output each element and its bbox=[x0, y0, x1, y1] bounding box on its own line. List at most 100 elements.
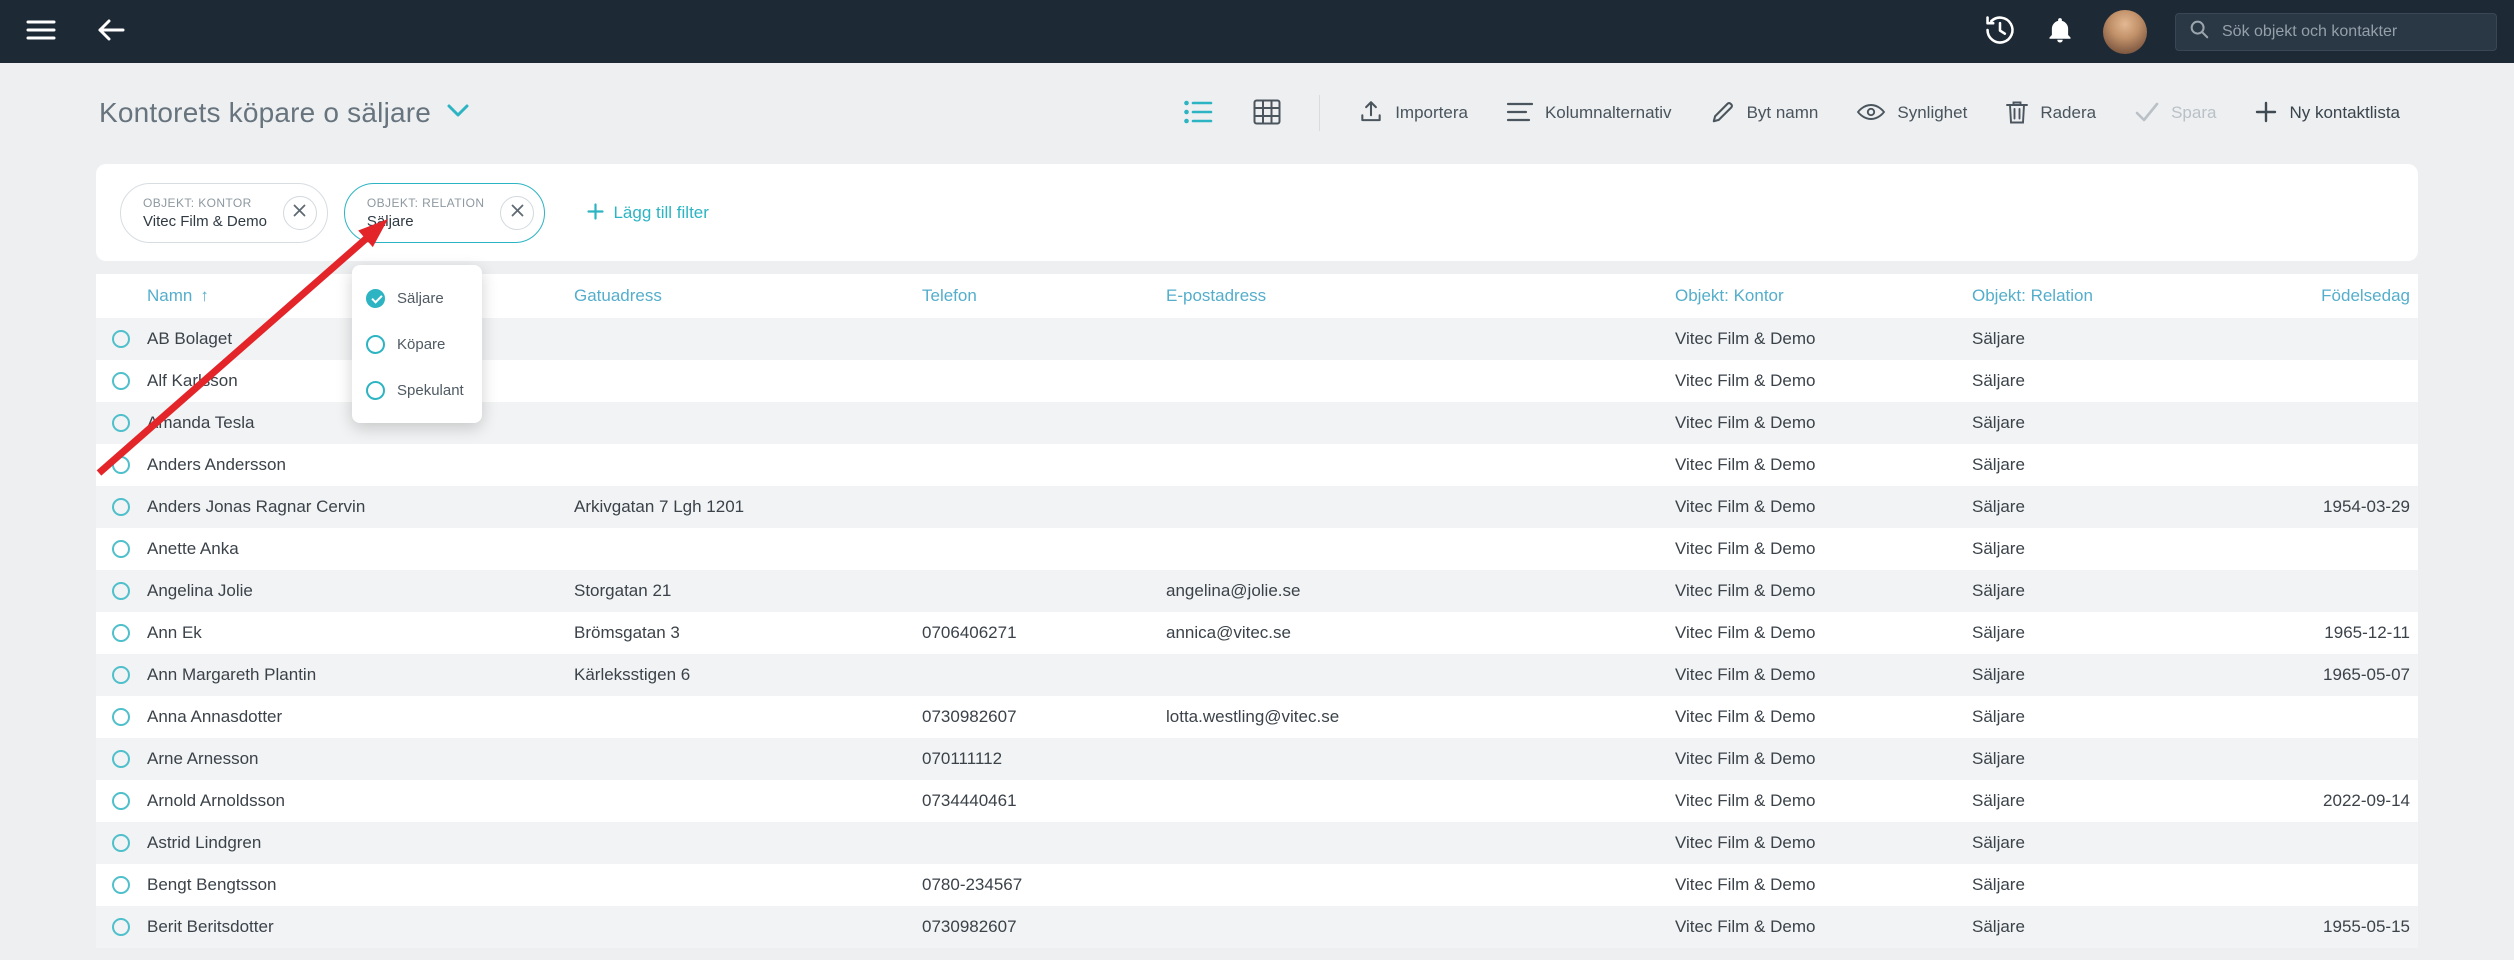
cell-namn: Arnold Arnoldsson bbox=[147, 791, 285, 810]
back-arrow-icon bbox=[96, 17, 126, 46]
column-header-telefon[interactable]: Telefon bbox=[922, 286, 1166, 306]
page-header: Kontorets köpare o säljare Importera Kol… bbox=[0, 63, 2514, 163]
cell-kontor: Vitec Film & Demo bbox=[1675, 707, 1816, 726]
cell-relation: Säljare bbox=[1972, 791, 2025, 810]
visibility-button[interactable]: Synlighet bbox=[1856, 100, 1967, 127]
row-select-checkbox[interactable] bbox=[112, 582, 130, 600]
cell-fodelsedag: 2022-09-14 bbox=[2323, 791, 2410, 810]
row-select-checkbox[interactable] bbox=[112, 414, 130, 432]
cell-kontor: Vitec Film & Demo bbox=[1675, 623, 1816, 642]
cell-namn: Ann Margareth Plantin bbox=[147, 665, 317, 684]
row-select-checkbox[interactable] bbox=[112, 708, 130, 726]
cell-relation: Säljare bbox=[1972, 833, 2025, 852]
table-row[interactable]: Astrid Lindgren Vitec Film & Demo Säljare bbox=[96, 822, 2418, 864]
row-select-checkbox[interactable] bbox=[112, 624, 130, 642]
row-select-checkbox[interactable] bbox=[112, 498, 130, 516]
remove-filter-button[interactable] bbox=[282, 195, 317, 230]
filter-chip-kontor[interactable]: OBJEKT: KONTOR Vitec Film & Demo bbox=[120, 182, 328, 243]
import-label: Importera bbox=[1395, 103, 1468, 122]
save-button[interactable]: Spara bbox=[2134, 101, 2216, 126]
row-select-checkbox[interactable] bbox=[112, 792, 130, 810]
cell-relation: Säljare bbox=[1972, 623, 2025, 642]
cell-relation: Säljare bbox=[1972, 455, 2025, 474]
cell-kontor: Vitec Film & Demo bbox=[1675, 329, 1816, 348]
row-select-checkbox[interactable] bbox=[112, 666, 130, 684]
add-filter-button[interactable]: Lägg till filter bbox=[587, 203, 709, 223]
import-button[interactable]: Importera bbox=[1358, 99, 1468, 128]
history-button[interactable] bbox=[1983, 13, 2017, 50]
table-row[interactable]: Berit Beritsdotter 0730982607 Vitec Film &… bbox=[96, 906, 2418, 948]
cell-kontor: Vitec Film & Demo bbox=[1675, 497, 1816, 516]
cell-relation: Säljare bbox=[1972, 413, 2025, 432]
row-select-checkbox[interactable] bbox=[112, 330, 130, 348]
grid-view-button[interactable] bbox=[1253, 99, 1281, 128]
list-view-icon bbox=[1183, 99, 1213, 128]
row-select-checkbox[interactable] bbox=[112, 540, 130, 558]
filter-chip-relation[interactable]: OBJEKT: RELATION Säljare bbox=[343, 182, 546, 243]
cell-gatuadress: Kärleksstigen 6 bbox=[574, 665, 691, 684]
filter-chip-label: OBJEKT: RELATION bbox=[366, 195, 485, 210]
hamburger-menu-button[interactable] bbox=[26, 18, 56, 45]
pencil-icon bbox=[1710, 99, 1736, 128]
cell-relation: Säljare bbox=[1972, 917, 2025, 936]
cell-gatuadress: Brömsgatan 3 bbox=[574, 623, 680, 642]
row-select-checkbox[interactable] bbox=[112, 372, 130, 390]
cell-epost: annica@vitec.se bbox=[1166, 623, 1291, 642]
table-row[interactable]: Anna Annasdotter 0730982607 lotta.westling… bbox=[96, 696, 2418, 738]
cell-namn: Anette Anka bbox=[147, 539, 239, 558]
table-row[interactable]: Angelina Jolie Storgatan 21 angelina@jolie… bbox=[96, 570, 2418, 612]
page-title-group[interactable]: Kontorets köpare o säljare bbox=[99, 63, 469, 163]
column-header-objekt-kontor[interactable]: Objekt: Kontor bbox=[1675, 286, 1972, 306]
chevron-down-icon[interactable] bbox=[447, 104, 469, 123]
cell-telefon: 0730982607 bbox=[922, 707, 1017, 726]
row-select-checkbox[interactable] bbox=[112, 918, 130, 936]
table-row[interactable]: Bengt Bengtsson 0780-234567 Vitec Film & D… bbox=[96, 864, 2418, 906]
table-row[interactable]: Anders Jonas Ragnar Cervin Arkivgatan 7 L… bbox=[96, 486, 2418, 528]
table-row[interactable]: Anders Andersson Vitec Film & Demo Säljare bbox=[96, 444, 2418, 486]
row-select-checkbox[interactable] bbox=[112, 876, 130, 894]
import-icon bbox=[1358, 99, 1384, 128]
dropdown-option[interactable]: Spekulant bbox=[352, 367, 482, 413]
cell-kontor: Vitec Film & Demo bbox=[1675, 833, 1816, 852]
column-header-gatuadress[interactable]: Gatuadress bbox=[574, 286, 922, 306]
list-view-button[interactable] bbox=[1183, 99, 1213, 128]
column-options-button[interactable]: Kolumnalternativ bbox=[1506, 100, 1672, 127]
cell-namn: Ann Ek bbox=[147, 623, 202, 642]
cell-kontor: Vitec Film & Demo bbox=[1675, 875, 1816, 894]
column-header-epostadress[interactable]: E-postadress bbox=[1166, 286, 1675, 306]
new-contact-list-button[interactable]: Ny kontaktlista bbox=[2254, 100, 2400, 127]
row-select-checkbox[interactable] bbox=[112, 456, 130, 474]
table-row[interactable]: Arnold Arnoldsson 0734440461 Vitec Film & … bbox=[96, 780, 2418, 822]
cell-telefon: 0706406271 bbox=[922, 623, 1017, 642]
cell-namn: Berit Beritsdotter bbox=[147, 917, 274, 936]
cell-relation: Säljare bbox=[1972, 749, 2025, 768]
rename-button[interactable]: Byt namn bbox=[1710, 99, 1818, 128]
table-row[interactable]: Ann Margareth Plantin Kärleksstigen 6 Vite… bbox=[96, 654, 2418, 696]
row-select-checkbox[interactable] bbox=[112, 834, 130, 852]
cell-kontor: Vitec Film & Demo bbox=[1675, 581, 1816, 600]
back-button[interactable] bbox=[96, 17, 126, 46]
search-input[interactable] bbox=[2220, 21, 2484, 42]
column-header-objekt-relation[interactable]: Objekt: Relation bbox=[1972, 286, 2290, 306]
cell-fodelsedag: 1965-12-11 bbox=[2324, 623, 2410, 642]
table-row[interactable]: Arne Arnesson 070111112 Vitec Film & Demo S… bbox=[96, 738, 2418, 780]
row-select-checkbox[interactable] bbox=[112, 750, 130, 768]
column-header-fodelsedag[interactable]: Födelsedag bbox=[2290, 286, 2410, 306]
close-icon bbox=[511, 204, 524, 222]
table-row[interactable]: Anette Anka Vitec Film & Demo Säljare bbox=[96, 528, 2418, 570]
bell-icon bbox=[2045, 14, 2075, 49]
check-icon bbox=[2134, 101, 2160, 126]
cell-fodelsedag: 1965-05-07 bbox=[2323, 665, 2410, 684]
save-label: Spara bbox=[2171, 103, 2217, 122]
table-row[interactable]: Ann Ek Brömsgatan 3 0706406271 annica@vitec… bbox=[96, 612, 2418, 654]
dropdown-option[interactable]: Köpare bbox=[352, 321, 482, 367]
user-avatar[interactable] bbox=[2103, 9, 2147, 54]
dropdown-option[interactable]: Säljare bbox=[352, 275, 482, 321]
cell-telefon: 0734440461 bbox=[922, 791, 1017, 810]
global-search bbox=[2175, 12, 2497, 51]
eye-icon bbox=[1856, 100, 1886, 127]
radio-icon bbox=[366, 334, 385, 354]
delete-button[interactable]: Radera bbox=[2005, 99, 2096, 128]
remove-filter-button[interactable] bbox=[500, 195, 535, 230]
notifications-button[interactable] bbox=[2045, 14, 2075, 49]
